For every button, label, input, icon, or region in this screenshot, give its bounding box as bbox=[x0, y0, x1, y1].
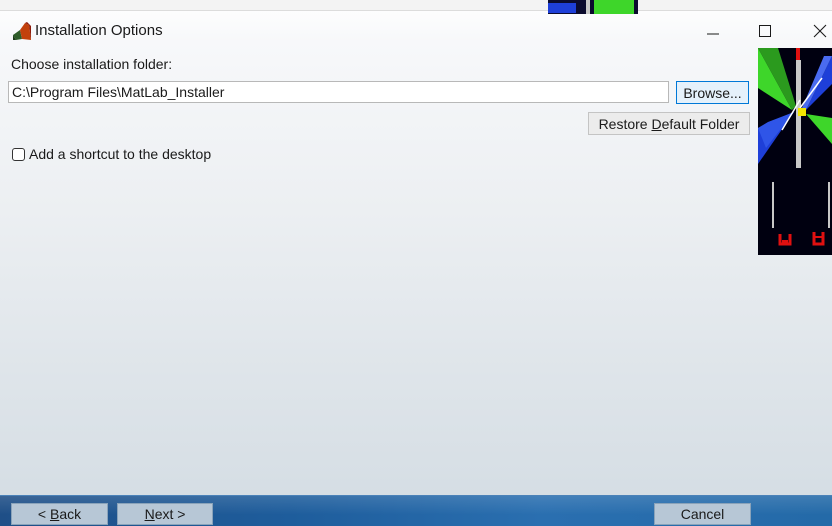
title-bar[interactable]: Installation Options bbox=[0, 11, 832, 51]
restore-label-accesskey: D bbox=[651, 115, 662, 132]
desktop-shortcut-label: Add a shortcut to the desktop bbox=[29, 146, 212, 162]
matlab-app-icon bbox=[13, 22, 31, 40]
restore-label-prefix: Restore bbox=[598, 115, 652, 132]
browse-button[interactable]: Browse... bbox=[676, 81, 749, 104]
back-label-accesskey: B bbox=[49, 506, 60, 522]
install-folder-input[interactable] bbox=[8, 81, 669, 103]
desktop-shortcut-checkbox[interactable] bbox=[12, 147, 25, 161]
maximize-button[interactable] bbox=[742, 15, 788, 47]
wizard-footer-bar: < Back Next > Cancel bbox=[0, 495, 832, 526]
install-folder-label: Choose installation folder: bbox=[11, 56, 173, 72]
installer-window: Installation Options Choose installation… bbox=[0, 0, 832, 526]
background-window-strip bbox=[0, 0, 832, 10]
close-button[interactable] bbox=[797, 15, 832, 47]
back-button[interactable]: < Back bbox=[11, 503, 108, 525]
close-icon bbox=[813, 24, 827, 38]
maximize-icon bbox=[759, 25, 771, 37]
back-label-suffix: ack bbox=[59, 506, 82, 522]
next-button[interactable]: Next > bbox=[117, 503, 213, 525]
background-game-window bbox=[758, 48, 832, 255]
restore-default-folder-button[interactable]: Restore Default Folder bbox=[588, 112, 750, 135]
window-title: Installation Options bbox=[35, 22, 163, 39]
back-label-prefix: < bbox=[37, 506, 50, 522]
next-label-accesskey: N bbox=[144, 506, 155, 522]
cancel-button[interactable]: Cancel bbox=[654, 503, 751, 525]
minimize-button[interactable] bbox=[690, 15, 736, 47]
minimize-icon bbox=[707, 33, 719, 35]
desktop-shortcut-option[interactable]: Add a shortcut to the desktop bbox=[12, 146, 211, 162]
restore-label-suffix: efault Folder bbox=[661, 115, 740, 132]
next-label-suffix: ext > bbox=[154, 506, 186, 522]
